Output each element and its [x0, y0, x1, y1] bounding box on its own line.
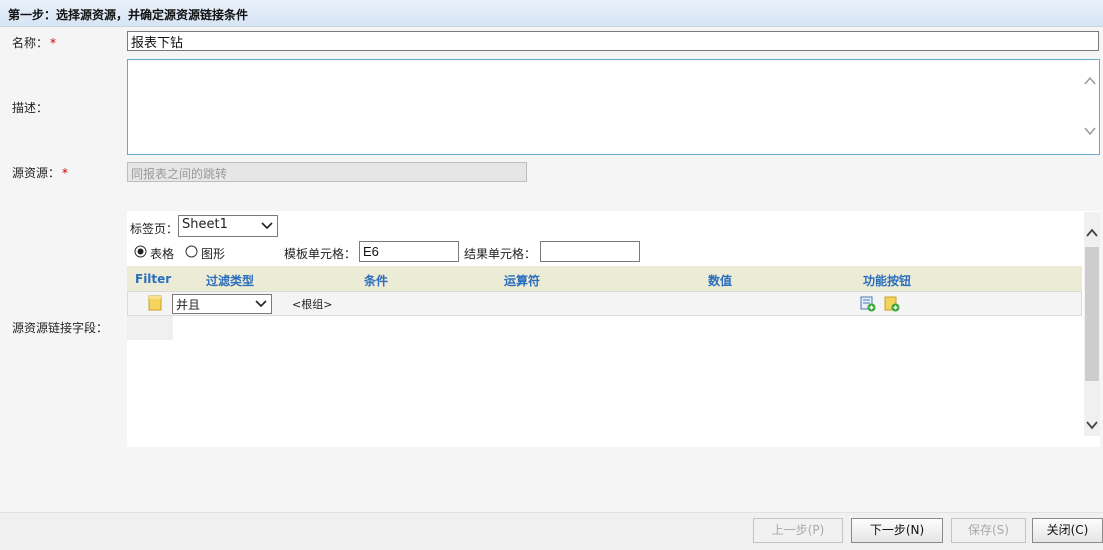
scrollbar-thumb[interactable] — [1085, 247, 1099, 381]
row-gutter — [127, 316, 173, 340]
sheet-select-value: Sheet1 — [182, 217, 228, 232]
column-header-operator: 运算符 — [504, 274, 541, 288]
column-header-condition: 条件 — [364, 274, 389, 288]
required-marker: * — [62, 166, 69, 180]
previous-button[interactable]: 上一步(P) — [753, 518, 843, 543]
tab-label: 标签页： — [130, 222, 179, 236]
template-cell-label: 模板单元格： — [284, 247, 357, 261]
next-button[interactable]: 下一步(N) — [851, 518, 943, 543]
source-label: 源资源： * — [12, 166, 69, 180]
filter-table-header — [127, 266, 1082, 291]
add-condition-icon[interactable] — [860, 296, 876, 312]
panel-scrollbar[interactable] — [1084, 212, 1100, 436]
result-cell-label: 结果单元格： — [464, 247, 537, 261]
close-button[interactable]: 关闭(C) — [1032, 518, 1103, 543]
scroll-down-icon[interactable] — [1085, 418, 1099, 432]
wizard-step-title: 第一步：选择源资源，并确定源资源链接条件 — [8, 8, 249, 22]
radio-chart-label: 图形 — [201, 247, 226, 261]
chevron-down-icon — [261, 222, 273, 230]
name-label: 名称： * — [12, 36, 57, 50]
save-button[interactable]: 保存(S) — [951, 518, 1026, 543]
radio-table[interactable] — [134, 245, 147, 258]
description-text — [128, 60, 1099, 66]
column-header-filter-type: 过滤类型 — [206, 274, 255, 288]
radio-table-label: 表格 — [150, 247, 175, 261]
condition-root-group: <根组> — [292, 298, 333, 311]
scroll-down-icon[interactable] — [1083, 124, 1097, 138]
filter-type-value: 并且 — [176, 298, 201, 312]
folder-icon — [148, 295, 162, 311]
description-textarea[interactable] — [127, 59, 1100, 155]
result-cell-input[interactable] — [540, 241, 640, 262]
name-input[interactable] — [127, 31, 1099, 51]
link-fields-label: 源资源链接字段： — [12, 321, 109, 335]
column-header-value: 数值 — [708, 274, 733, 288]
source-resource-field[interactable]: 同报表之间的跳转 — [127, 162, 527, 182]
template-cell-input[interactable] — [359, 241, 459, 262]
column-header-filter: Filter — [135, 272, 172, 286]
scroll-up-icon[interactable] — [1085, 226, 1099, 240]
description-label: 描述： — [12, 101, 49, 115]
required-marker: * — [50, 36, 57, 50]
filter-type-select[interactable]: 并且 — [172, 294, 272, 314]
radio-chart[interactable] — [185, 245, 198, 258]
add-group-icon[interactable] — [884, 296, 900, 312]
scroll-up-icon[interactable] — [1083, 74, 1097, 88]
sheet-select[interactable]: Sheet1 — [178, 215, 278, 237]
column-header-actions: 功能按钮 — [863, 274, 912, 288]
wizard-title-bar: 第一步：选择源资源，并确定源资源链接条件 — [0, 0, 1103, 27]
chevron-down-icon — [255, 300, 267, 308]
